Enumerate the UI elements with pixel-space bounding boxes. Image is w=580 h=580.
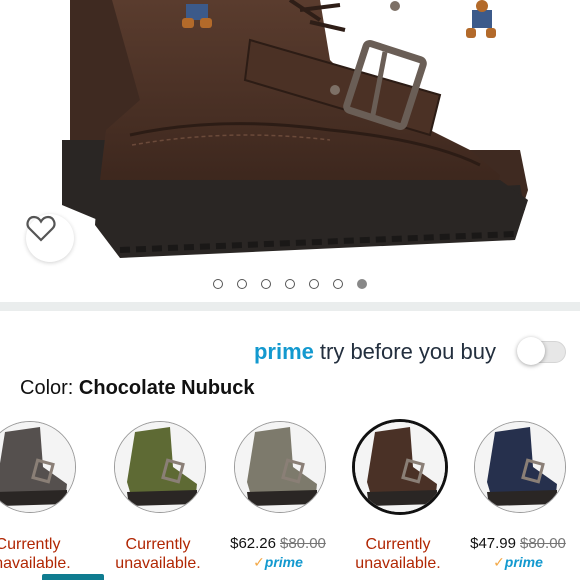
color-label: Color:	[20, 377, 74, 399]
add-to-wishlist-button[interactable]	[26, 214, 74, 262]
prime-check-icon: ✓	[493, 554, 505, 570]
prime-badge: ✓prime	[458, 554, 578, 571]
product-image[interactable]	[0, 0, 580, 268]
swatch-price-line: $47.99 $80.00	[458, 535, 578, 552]
heart-outline-icon	[26, 215, 56, 242]
carousel-dot[interactable]	[357, 279, 367, 289]
section-divider	[0, 302, 580, 311]
boot-illustration	[62, 0, 528, 258]
prime-badge: ✓prime	[218, 554, 338, 571]
carousel-dot[interactable]	[285, 279, 295, 289]
availability-status: Currently unavailable.	[115, 536, 201, 572]
carousel-dot[interactable]	[237, 279, 247, 289]
color-selection-label: Color: Chocolate Nubuck	[20, 377, 255, 400]
swatch-thumbnail	[234, 421, 326, 513]
carousel-dot[interactable]	[309, 279, 319, 289]
selected-color-name: Chocolate Nubuck	[78, 377, 255, 399]
swatch-price-line: $62.26 $80.00	[218, 535, 338, 552]
color-swatch[interactable]: $47.99 $80.00 ✓prime	[458, 418, 578, 580]
sale-price: $47.99	[470, 535, 516, 552]
availability-status: Currently unavailable.	[355, 536, 441, 572]
prime-check-icon: ✓	[253, 554, 265, 570]
carousel-dot[interactable]	[333, 279, 343, 289]
list-price: $80.00	[280, 535, 326, 552]
prime-try-before-you-buy-row: prime try before you buy	[254, 335, 566, 369]
swatch-thumbnail	[0, 421, 76, 513]
color-swatch[interactable]: $62.26 $80.00 ✓prime	[218, 418, 338, 580]
prime-label: prime	[253, 339, 314, 364]
bear-logo-right	[466, 0, 496, 38]
image-carousel-dots[interactable]	[0, 277, 580, 293]
swatch-thumbnail	[474, 421, 566, 513]
prime-badge-label: prime	[264, 554, 303, 570]
prime-badge-label: prime	[504, 554, 543, 570]
swatch-thumbnail	[114, 421, 206, 513]
color-swatch-list: Currently unavailable. Currently unavaila…	[0, 418, 580, 580]
list-price: $80.00	[520, 535, 566, 552]
availability-status: Currently unavailable.	[0, 536, 71, 572]
try-before-you-buy-toggle[interactable]	[517, 337, 566, 365]
color-swatch[interactable]: Currently unavailable.	[0, 418, 88, 580]
color-swatch[interactable]: Currently unavailable.	[338, 418, 458, 580]
toggle-knob	[517, 337, 545, 365]
try-before-you-buy-label: try before you buy	[319, 339, 496, 364]
carousel-dot[interactable]	[261, 279, 271, 289]
bottom-tab-indicator	[42, 574, 104, 580]
color-swatch[interactable]: Currently unavailable.	[98, 418, 218, 580]
sale-price: $62.26	[230, 535, 276, 552]
carousel-dot[interactable]	[213, 279, 223, 289]
swatch-thumbnail	[352, 419, 448, 515]
